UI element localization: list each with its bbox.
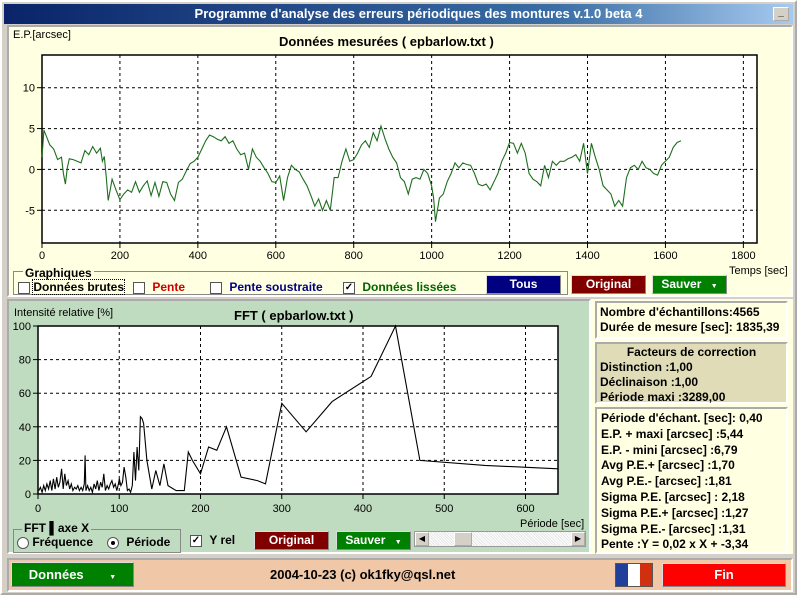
correction-distinction: Distinction :1,00 (600, 360, 693, 374)
stat-item: E.P. + maxi [arcsec] :5,44 (601, 426, 744, 441)
x-tick-label: 600 (516, 503, 534, 515)
fin-button[interactable]: Fin (662, 563, 786, 587)
scroll-thumb[interactable] (454, 532, 473, 546)
fft-scrollbar[interactable]: ◀ ▶ (414, 531, 586, 547)
dropdown-arrow-icon: ▼ (394, 539, 402, 546)
radio-label: Période (126, 535, 171, 549)
donnees-label: Données (28, 567, 84, 582)
scroll-left-arrow-icon[interactable]: ◀ (415, 532, 429, 546)
fft-chart: 0 100 200 300 400 500 600 0 20 40 60 80 100 (13, 321, 559, 515)
y-tick-label: 60 (19, 388, 31, 400)
stat-item: Avg P.E.- [arcsec] :1,81 (601, 474, 732, 489)
checkbox-donnees-brutes[interactable]: Données brutes (18, 279, 126, 295)
samples-count: Nombre d'échantillons:4565 (600, 305, 760, 319)
checkbox-y-rel[interactable]: ✓ Y rel (190, 533, 235, 547)
x-tick-label: 1800 (731, 250, 755, 262)
x-tick-label: 0 (39, 250, 45, 262)
x-tick-label: 400 (189, 250, 207, 262)
top-chart-xlabel: Temps [sec] (729, 265, 788, 277)
dropdown-arrow-icon: ▼ (109, 574, 117, 581)
stat-item: Sigma P.E. [arcsec] : 2,18 (601, 489, 745, 504)
fft-original-button[interactable]: Original (254, 531, 329, 550)
x-tick-label: 200 (111, 250, 129, 262)
x-tick-label: 0 (35, 503, 41, 515)
original-button[interactable]: Original (571, 275, 646, 294)
x-tick-label: 100 (110, 503, 128, 515)
y-tick-label: 10 (23, 83, 35, 95)
checkbox-pente-soustraite[interactable]: Pente soustraite (210, 280, 323, 294)
y-tick-label: 0 (29, 164, 35, 176)
correction-periode-maxi: Période maxi :3289,00 (600, 390, 726, 404)
x-tick-label: 200 (191, 503, 209, 515)
correction-factors-title: Facteurs de correction (626, 345, 757, 359)
stat-item: Avg P.E.+ [arcsec] :1,70 (601, 458, 735, 473)
scroll-right-arrow-icon[interactable]: ▶ (571, 532, 585, 546)
y-tick-label: 5 (29, 124, 35, 136)
measured-data-panel: E.P.[arcsec] Données mesurées ( epbarlow… (7, 25, 793, 297)
y-tick-label: 0 (25, 489, 31, 501)
checkbox-box[interactable]: ✓ (190, 534, 202, 547)
window-title: Programme d'analyse des erreurs périodiq… (194, 6, 643, 21)
french-flag-icon[interactable] (615, 563, 653, 587)
radio-frequence[interactable]: Fréquence (17, 535, 93, 549)
statistics-box: Période d'échant. [sec]: 0,40 E.P. + max… (595, 407, 788, 554)
checkbox-pente[interactable]: Pente (133, 280, 185, 294)
fft-sauver-dropdown-button[interactable]: Sauver ▼ (336, 531, 411, 550)
minimize-button[interactable]: _ (773, 7, 789, 21)
main-window: Programme d'analyse des erreurs périodiq… (0, 0, 797, 595)
correction-declinaison: Déclinaison :1,00 (600, 375, 699, 389)
radio-label: Fréquence (32, 535, 94, 549)
x-tick-label: 400 (354, 503, 372, 515)
checkbox-label: Données brutes (32, 279, 126, 295)
checkbox-label: Pente soustraite (229, 280, 323, 294)
sauver-label: Sauver (661, 277, 702, 291)
donnees-dropdown-button[interactable]: Données ▼ (11, 562, 134, 587)
x-tick-label: 1200 (497, 250, 521, 262)
stat-item: Sigma P.E.+ [arcsec] :1,27 (601, 505, 749, 520)
stat-item: Sigma P.E.- [arcsec] :1,31 (601, 521, 746, 536)
x-tick-label: 800 (345, 250, 363, 262)
fft-chart-xlabel: Période [sec] (520, 518, 585, 530)
dropdown-arrow-icon: ▼ (710, 283, 718, 290)
fft-axe-x-groupbox-title: FFT ▌axe X (22, 521, 92, 535)
checkbox-donnees-lissees[interactable]: ✓ Données lissées (343, 280, 456, 294)
plot-area (37, 325, 559, 495)
stat-item: E.P. - mini [arcsec] :6,79 (601, 442, 738, 457)
x-tick-label: 1000 (419, 250, 443, 262)
graphiques-groupbox-title: Graphiques (23, 266, 94, 280)
tous-button[interactable]: Tous (486, 275, 561, 294)
copyright-text: 2004-10-23 (c) ok1fky@qsl.net (270, 567, 456, 582)
checkbox-box[interactable] (18, 281, 30, 294)
checkbox-box[interactable] (210, 281, 222, 294)
measured-data-chart: 0 200 400 600 800 1000 1200 1400 1600 1800 10 5 0 -5 (23, 54, 758, 262)
plot-area (41, 54, 758, 244)
y-tick-label: 80 (19, 355, 31, 367)
x-tick-label: 1400 (575, 250, 599, 262)
correction-factors-box: Facteurs de correction Distinction :1,00… (595, 342, 788, 404)
radio-periode[interactable]: Période (107, 535, 170, 549)
title-bar[interactable]: Programme d'analyse des erreurs périodiq… (4, 4, 793, 24)
y-tick-label: 40 (19, 422, 31, 434)
stat-item: Période d'échant. [sec]: 0,40 (601, 411, 763, 425)
samples-info-box: Nombre d'échantillons:4565 Durée de mesu… (595, 301, 788, 339)
stat-item: Pente :Y = 0,02 x X + -3,34 (601, 537, 749, 552)
y-tick-label: 100 (13, 321, 31, 333)
checkbox-box[interactable] (133, 281, 145, 294)
radio-button[interactable] (107, 536, 119, 549)
checkbox-label: Données lissées (362, 280, 457, 294)
y-tick-label: -5 (25, 205, 35, 217)
x-tick-label: 500 (435, 503, 453, 515)
y-tick-label: 20 (19, 455, 31, 467)
measure-duration: Durée de mesure [sec]: 1835,39 (600, 320, 780, 334)
fft-panel: Intensité relative [%] FFT ( epbarlow.tx… (7, 299, 591, 554)
checkbox-label: Y rel (209, 533, 236, 547)
x-tick-label: 600 (267, 250, 285, 262)
checkbox-box[interactable]: ✓ (343, 281, 355, 294)
checkbox-label: Pente (152, 280, 186, 294)
x-tick-label: 300 (273, 503, 291, 515)
sauver-dropdown-button[interactable]: Sauver ▼ (652, 275, 727, 294)
sauver-label: Sauver (345, 533, 386, 547)
x-tick-label: 1600 (653, 250, 677, 262)
radio-button[interactable] (17, 536, 29, 549)
